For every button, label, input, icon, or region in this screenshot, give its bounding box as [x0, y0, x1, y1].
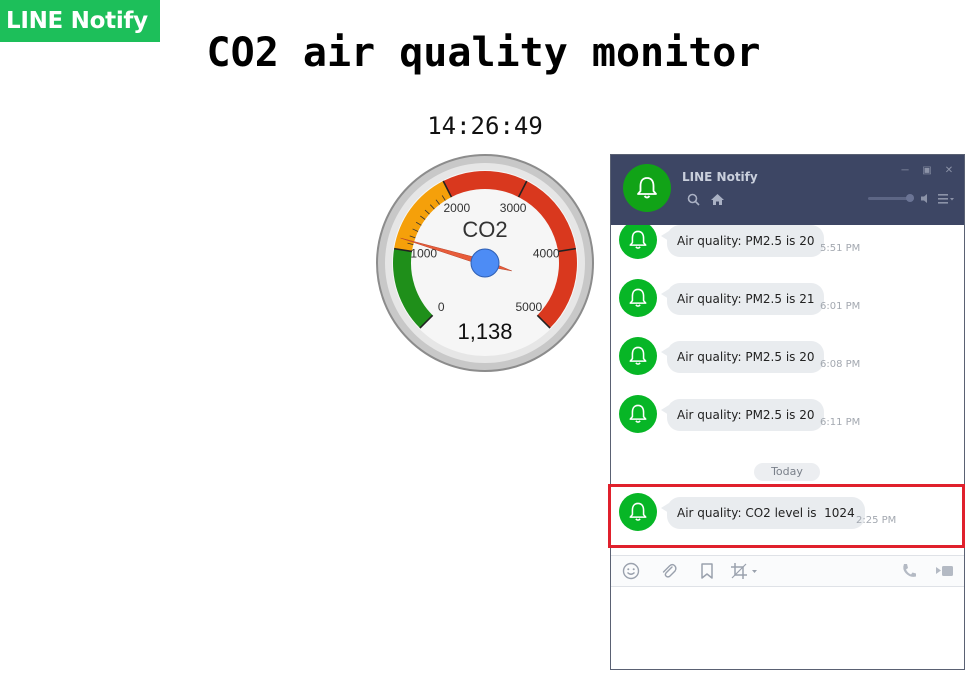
message-item: Air quality: PM2.5 is 20 5:51 PM — [619, 225, 949, 261]
menu-icon[interactable] — [938, 193, 954, 204]
bookmark-icon[interactable] — [699, 562, 715, 580]
maximize-icon[interactable]: ▣ — [922, 165, 932, 176]
bell-icon[interactable] — [619, 337, 657, 375]
message-item: Air quality: PM2.5 is 20 6:08 PM — [619, 337, 949, 377]
bell-icon[interactable] — [619, 395, 657, 433]
co2-gauge: 010002000 300040005000 CO2 1,138 — [376, 154, 594, 372]
message-bubble[interactable]: Air quality: CO2 level is 1024 — [661, 497, 865, 529]
message-time: 6:11 PM — [820, 417, 861, 428]
message-time: 2:25 PM — [856, 515, 897, 526]
chat-header: LINE Notify ─ ▣ ✕ — [611, 155, 964, 225]
message-time: 6:01 PM — [820, 301, 861, 312]
gauge-title: CO2 — [462, 217, 507, 242]
gauge-tick-label: 5000 — [515, 300, 542, 314]
gauge-hub — [470, 248, 500, 278]
attach-icon[interactable] — [660, 562, 678, 580]
home-icon[interactable] — [710, 193, 725, 206]
volume-knob[interactable] — [906, 194, 914, 202]
gauge-tick-label: 4000 — [533, 246, 560, 260]
message-item: Air quality: PM2.5 is 20 6:11 PM — [619, 395, 949, 435]
gauge-tick-label: 2000 — [444, 201, 471, 215]
clock-readout: 14:26:49 — [427, 112, 543, 140]
video-icon[interactable] — [935, 562, 955, 580]
message-list[interactable]: Air quality: PM2.5 is 20 5:51 PM Air qua… — [611, 225, 964, 555]
gauge-value: 1,138 — [457, 319, 512, 344]
crop-icon[interactable] — [730, 562, 760, 580]
minimize-icon[interactable]: ─ — [900, 165, 910, 176]
close-icon[interactable]: ✕ — [944, 165, 954, 176]
message-time: 6:08 PM — [820, 359, 861, 370]
search-icon[interactable] — [687, 193, 700, 206]
chat-toolbar — [611, 555, 964, 587]
gauge-tick-label: 3000 — [500, 201, 527, 215]
contact-name: LINE Notify — [682, 170, 758, 184]
emoji-icon[interactable] — [622, 562, 640, 580]
message-input[interactable] — [611, 587, 964, 669]
bell-icon[interactable] — [619, 279, 657, 317]
bell-icon — [637, 177, 657, 199]
message-bubble[interactable]: Air quality: PM2.5 is 20 — [660, 399, 825, 431]
bell-icon[interactable] — [619, 493, 657, 531]
message-bubble[interactable]: Air quality: PM2.5 is 20 — [660, 341, 825, 373]
volume-slider[interactable] — [868, 194, 914, 202]
phone-icon[interactable] — [901, 562, 917, 580]
message-bubble[interactable]: Air quality: PM2.5 is 21 — [660, 283, 825, 315]
line-chat-window: LINE Notify ─ ▣ ✕ Air quality: PM2.5 is … — [610, 154, 965, 670]
page-title: CO2 air quality monitor — [206, 30, 761, 76]
latest-message-item: Air quality: CO2 level is 1024 2:25 PM — [619, 493, 949, 533]
speaker-icon[interactable] — [920, 193, 932, 204]
message-time: 5:51 PM — [820, 243, 861, 254]
day-separator: Today — [754, 463, 820, 481]
message-item: Air quality: PM2.5 is 21 6:01 PM — [619, 279, 949, 319]
bell-icon[interactable] — [619, 225, 657, 259]
contact-avatar[interactable] — [623, 164, 671, 212]
message-bubble[interactable]: Air quality: PM2.5 is 20 — [660, 225, 825, 257]
gauge-tick-label: 0 — [438, 300, 445, 314]
